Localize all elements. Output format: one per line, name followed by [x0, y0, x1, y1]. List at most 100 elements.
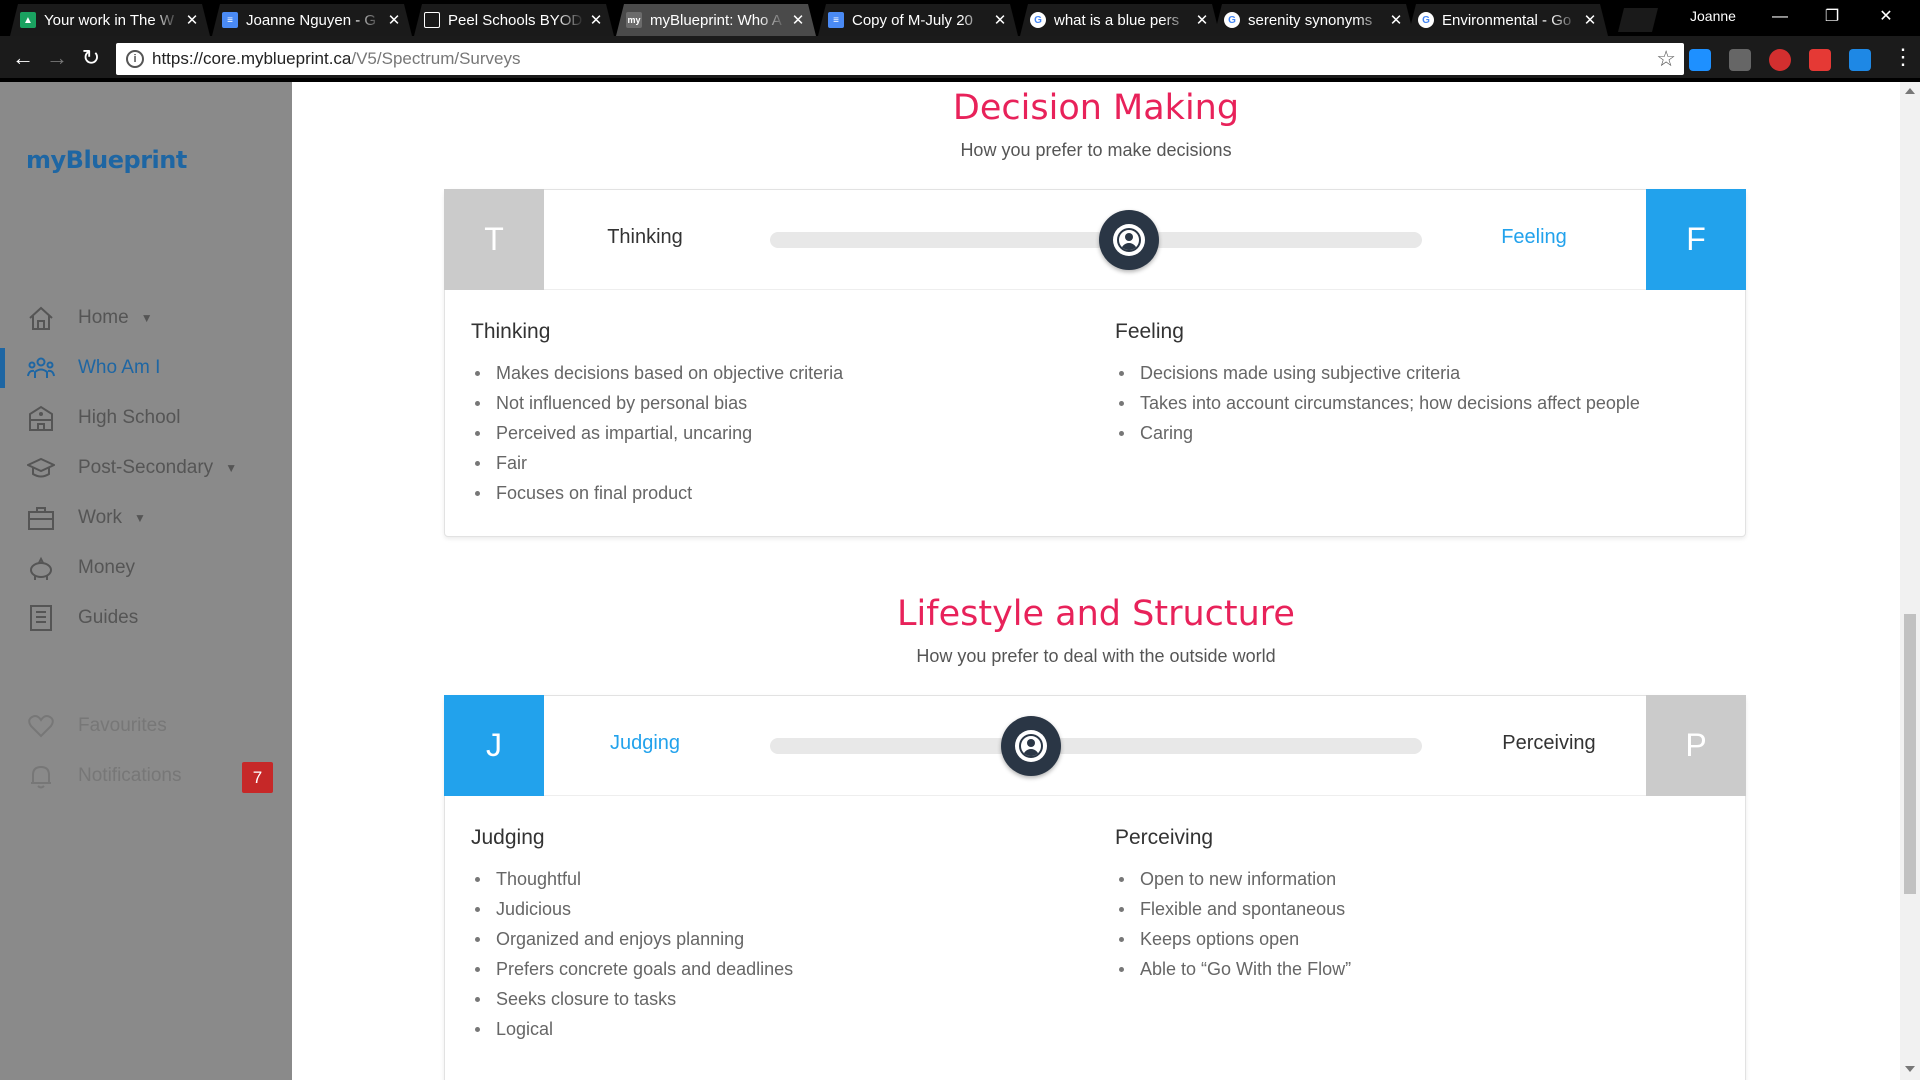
tab-5[interactable]: G what is a blue pers ✕ [1020, 4, 1220, 36]
left-trait-column: Thinking Makes decisions based on object… [471, 320, 843, 508]
left-trait-list: Thoughtful Judicious Organized and enjoys … [471, 864, 793, 1044]
trait-list-item: Organized and enjoys planning [471, 924, 793, 954]
trait-list-item: Focuses on final product [471, 478, 843, 508]
close-tab-icon[interactable]: ✕ [184, 11, 200, 29]
left-trait-list: Makes decisions based on objective crite… [471, 358, 843, 508]
school-icon [26, 403, 56, 433]
close-tab-icon[interactable]: ✕ [1194, 11, 1210, 29]
restore-icon[interactable]: ❐ [1812, 4, 1852, 30]
section-subtitle: How you prefer to deal with the outside … [916, 646, 1276, 666]
sidebar-item-label: Work [78, 507, 122, 528]
forward-arrow-icon[interactable]: → [42, 44, 72, 74]
sidebar-item-who-am-i[interactable]: Who Am I [0, 348, 292, 388]
stop-extension-icon[interactable] [1769, 49, 1791, 71]
left-trait-heading: Thinking [471, 320, 551, 343]
bell-icon [26, 761, 56, 791]
cloud-extension-icon[interactable] [1689, 49, 1711, 71]
tab-title: myBlueprint: Who A [650, 11, 782, 29]
address-bar[interactable]: i https://core.myblueprint.ca/V5/Spectru… [116, 43, 1684, 75]
section-title: Lifestyle and Structure [897, 594, 1295, 634]
slider-track[interactable] [770, 232, 1422, 248]
sidebar-item-label: Notifications [78, 765, 182, 786]
sidebar-item-guides[interactable]: Guides [0, 598, 292, 638]
page-scrollbar[interactable] [1900, 82, 1920, 1080]
right-pole-label: Perceiving [1502, 732, 1596, 754]
left-trait-heading: Judging [471, 826, 545, 849]
spectrum-header: T Thinking Feeling F [444, 189, 1746, 290]
chevron-down-icon: ▼ [225, 461, 238, 475]
tab-title: serenity synonyms [1248, 11, 1373, 29]
right-trait-column: Perceiving Open to new information Flexib… [1115, 826, 1351, 984]
bookmark-star-icon[interactable]: ☆ [1656, 46, 1676, 72]
video-extension-icon[interactable] [1729, 49, 1751, 71]
graduation-cap-icon [26, 453, 56, 483]
back-arrow-icon[interactable]: ← [8, 44, 38, 74]
sidebar-item-favourites[interactable]: Favourites [0, 706, 292, 746]
tab-0[interactable]: ▲ Your work in The W ✕ [10, 4, 210, 36]
close-tab-icon[interactable]: ✕ [386, 11, 402, 29]
sidebar-item-money[interactable]: Money [0, 548, 292, 588]
screencast-extension-icon[interactable] [1809, 49, 1831, 71]
slider-knob-user-icon[interactable] [1000, 716, 1061, 776]
tab-1[interactable]: ≡ Joanne Nguyen - G ✕ [212, 4, 412, 36]
sidebar-item-label: High School [78, 407, 181, 428]
profile-name[interactable]: Joanne [1690, 8, 1736, 24]
slider-track[interactable] [770, 738, 1422, 754]
trait-list-item: Perceived as impartial, uncaring [471, 418, 843, 448]
tab-7[interactable]: G Environmental - Go ✕ [1408, 4, 1608, 36]
minimize-icon[interactable]: — [1760, 4, 1800, 30]
sidebar-item-label: Post-Secondary [78, 457, 214, 478]
scrollbar-thumb[interactable] [1904, 614, 1916, 894]
tab-3[interactable]: my myBlueprint: Who A ✕ [616, 4, 816, 36]
tab-title: Environmental - Go [1442, 11, 1572, 29]
slider-knob-user-icon[interactable] [1098, 210, 1159, 270]
sidebar-item-post-secondary[interactable]: Post-Secondary ▼ [0, 448, 292, 488]
heart-icon [26, 711, 56, 741]
close-tab-icon[interactable]: ✕ [790, 11, 806, 29]
scroll-up-icon[interactable] [1905, 88, 1915, 94]
sidebar-item-label: Guides [78, 607, 139, 628]
right-letter-tile: F [1646, 189, 1746, 290]
close-tab-icon[interactable]: ✕ [992, 11, 1008, 29]
trait-list-item: Fair [471, 448, 843, 478]
info-icon[interactable]: i [126, 50, 144, 68]
tab-2[interactable]: Peel Schools BYOD ✕ [414, 4, 614, 36]
home-icon [26, 303, 56, 333]
left-pole-label: Judging [609, 732, 681, 754]
trait-list-item: Thoughtful [471, 864, 793, 894]
briefcase-icon [26, 503, 56, 533]
reload-icon[interactable]: ↻ [76, 44, 106, 74]
close-window-icon[interactable]: ✕ [1866, 4, 1906, 30]
section-subtitle: How you prefer to make decisions [960, 140, 1232, 160]
sidebar-item-home[interactable]: Home ▼ [0, 298, 292, 338]
tab-title: Joanne Nguyen - G [246, 11, 377, 29]
close-tab-icon[interactable]: ✕ [1582, 11, 1598, 29]
classroom-favicon-icon: ▲ [20, 12, 36, 28]
docs-favicon-icon: ≡ [828, 12, 844, 28]
sidebar-item-work[interactable]: Work ▼ [0, 498, 292, 538]
trait-list-item: Not influenced by personal bias [471, 388, 843, 418]
tab-title: what is a blue pers [1054, 11, 1180, 29]
close-tab-icon[interactable]: ✕ [588, 11, 604, 29]
sidebar-item-high-school[interactable]: High School [0, 398, 292, 438]
scroll-down-icon[interactable] [1905, 1066, 1915, 1072]
right-trait-heading: Perceiving [1115, 826, 1214, 849]
spectrum-header: J Judging Perceiving P [444, 695, 1746, 796]
sidebar-item-label: Favourites [78, 715, 167, 736]
tab-title: Your work in The W [44, 11, 175, 29]
tab-4[interactable]: ≡ Copy of M-July 20 ✕ [818, 4, 1018, 36]
trait-list-item: Seeks closure to tasks [471, 984, 793, 1014]
close-tab-icon[interactable]: ✕ [1388, 11, 1404, 29]
myblueprint-favicon-icon: my [626, 12, 642, 28]
trait-list-item: Open to new information [1115, 864, 1351, 894]
chrome-menu-icon[interactable]: ⋮ [1892, 44, 1914, 70]
url-text: https://core.myblueprint.ca/V5/Spectrum/… [152, 49, 521, 69]
people-icon [26, 353, 56, 383]
tab-title: Peel Schools BYOD [448, 11, 583, 29]
brand-logo[interactable]: myBlueprint [26, 146, 187, 174]
tab-6[interactable]: G serenity synonyms ✕ [1214, 4, 1414, 36]
new-tab-button[interactable] [1618, 8, 1658, 32]
s-extension-icon[interactable] [1849, 49, 1871, 71]
tab-title: Copy of M-July 20 [852, 11, 973, 29]
right-letter-tile: P [1646, 695, 1746, 796]
